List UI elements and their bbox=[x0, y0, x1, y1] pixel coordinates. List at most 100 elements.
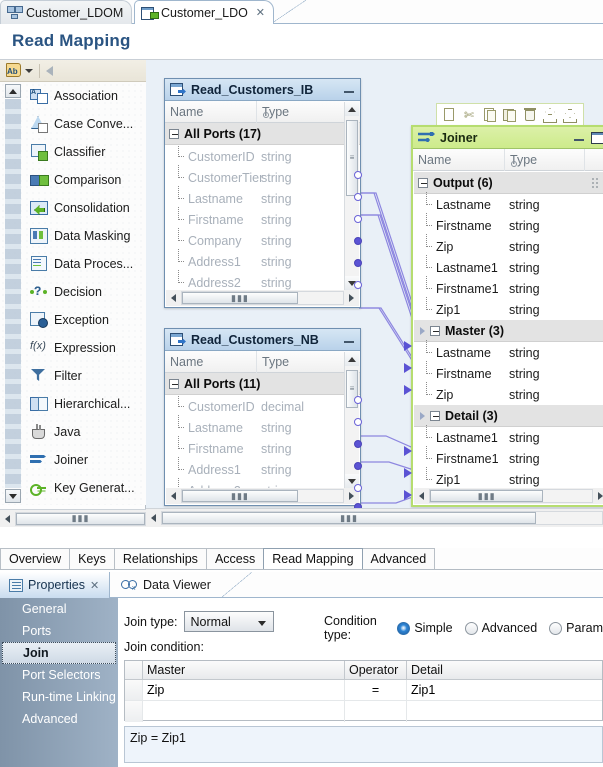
move-down-icon[interactable] bbox=[562, 107, 578, 124]
port-connector-linked[interactable] bbox=[354, 462, 362, 470]
sidebar-item-port-selectors[interactable]: Port Selectors bbox=[0, 664, 118, 686]
column-header-name[interactable]: Name bbox=[165, 101, 257, 123]
column-header-type[interactable]: Type bbox=[257, 351, 342, 373]
view-tab-properties[interactable]: Properties ✕ bbox=[0, 572, 110, 598]
scroll-right-arrow-icon[interactable] bbox=[593, 488, 603, 504]
group-row-master[interactable]: Master (3) bbox=[414, 320, 603, 342]
collapse-icon[interactable] bbox=[430, 326, 440, 336]
cell-detail[interactable]: Zip1 bbox=[407, 680, 602, 700]
tab-overview[interactable]: Overview bbox=[0, 548, 70, 569]
column-header-name[interactable]: Name bbox=[413, 149, 505, 171]
hscroll-thumb[interactable]: ▮▮▮ bbox=[182, 490, 298, 502]
sidebar-item-join[interactable]: Join bbox=[2, 642, 116, 664]
scroll-left-arrow-icon[interactable] bbox=[146, 510, 161, 526]
expand-arrow-icon[interactable] bbox=[420, 327, 425, 335]
palette-item-decision[interactable]: ? Decision bbox=[24, 278, 146, 306]
palette-item-classifier[interactable]: Classifier bbox=[24, 138, 146, 166]
table-row[interactable] bbox=[125, 701, 602, 722]
scroll-up-arrow-icon[interactable] bbox=[5, 84, 21, 98]
column-header-operator[interactable]: Operator bbox=[345, 661, 407, 679]
collapse-icon[interactable] bbox=[418, 178, 428, 188]
palette-vertical-scrollbar[interactable] bbox=[5, 84, 21, 503]
sidebar-item-general[interactable]: General bbox=[0, 598, 118, 620]
port-row[interactable]: Lastname1string bbox=[414, 427, 603, 448]
scroll-left-arrow-icon[interactable] bbox=[166, 488, 181, 504]
palette-item-comparison[interactable]: Comparison bbox=[24, 166, 146, 194]
port-row[interactable]: Zip1string bbox=[414, 469, 603, 487]
palette-item-key-generator[interactable]: Key Generat... bbox=[24, 474, 146, 502]
port-connector[interactable] bbox=[354, 193, 362, 201]
port-row[interactable]: Lastnamestring bbox=[166, 188, 344, 209]
port-connector[interactable] bbox=[354, 171, 362, 179]
port-row[interactable]: Lastnamestring bbox=[166, 417, 344, 438]
palette-scroll-thumb[interactable] bbox=[5, 99, 21, 488]
mapping-canvas[interactable]: ✄ Read_Customers_IB Name Type All Ports … bbox=[146, 60, 603, 527]
row-selector[interactable] bbox=[125, 680, 143, 700]
port-row[interactable]: CustomerIDstring bbox=[166, 146, 344, 167]
canvas-horizontal-scrollbar[interactable]: ▮▮▮ bbox=[146, 508, 603, 527]
panel-header[interactable]: Joiner bbox=[413, 127, 603, 149]
cut-icon[interactable]: ✄ bbox=[462, 107, 478, 124]
port-row[interactable]: Lastnamestring bbox=[414, 342, 603, 363]
row-selector[interactable] bbox=[125, 701, 143, 722]
palette-item-exception[interactable]: Exception bbox=[24, 306, 146, 334]
tab-read-mapping[interactable]: Read Mapping bbox=[263, 548, 362, 569]
radio-advanced[interactable] bbox=[465, 622, 478, 635]
move-up-icon[interactable] bbox=[542, 107, 558, 124]
palette-hscroll-track[interactable]: ▮▮▮ bbox=[15, 512, 146, 526]
port-row[interactable]: Firstnamestring bbox=[166, 438, 344, 459]
editor-tab-customer-ldom[interactable]: Customer_LDOM bbox=[0, 0, 132, 24]
new-icon[interactable] bbox=[442, 107, 458, 124]
port-connector[interactable] bbox=[354, 396, 362, 404]
palette-item-filter[interactable]: Filter bbox=[24, 362, 146, 390]
port-connector[interactable] bbox=[354, 281, 362, 289]
hscroll-track[interactable]: ▮▮▮ bbox=[429, 489, 593, 503]
copy-icon[interactable] bbox=[482, 107, 498, 124]
hscroll-thumb[interactable]: ▮▮▮ bbox=[182, 292, 298, 304]
panel-header[interactable]: Read_Customers_IB bbox=[165, 79, 360, 101]
palette-item-hierarchical[interactable]: Hierarchical... bbox=[24, 390, 146, 418]
port-row[interactable]: Address1string bbox=[166, 459, 344, 480]
hscroll-track[interactable]: ▮▮▮ bbox=[181, 489, 344, 503]
scroll-left-arrow-icon[interactable] bbox=[414, 488, 429, 504]
radio-parameterized[interactable] bbox=[549, 622, 562, 635]
radio-simple[interactable] bbox=[397, 622, 410, 635]
port-connector-arrow[interactable] bbox=[404, 363, 412, 373]
tab-advanced[interactable]: Advanced bbox=[362, 548, 436, 569]
palette-item-case-converter[interactable]: Case Conve... bbox=[24, 110, 146, 138]
cell-detail[interactable] bbox=[407, 701, 602, 722]
port-connector-linked[interactable] bbox=[354, 259, 362, 267]
paste-icon[interactable] bbox=[502, 107, 518, 124]
port-connector[interactable] bbox=[354, 484, 362, 492]
sidebar-item-advanced[interactable]: Advanced bbox=[0, 708, 118, 730]
port-connector-arrow[interactable] bbox=[404, 446, 412, 456]
port-row[interactable]: Zip1string bbox=[414, 299, 603, 320]
palette-item-consolidation[interactable]: Consolidation bbox=[24, 194, 146, 222]
palette-item-expression[interactable]: f(x) Expression bbox=[24, 334, 146, 362]
port-row[interactable]: Lastname1string bbox=[414, 257, 603, 278]
port-row[interactable]: CustomerIDdecimal bbox=[166, 396, 344, 417]
palette-item-association[interactable]: A Association bbox=[24, 82, 146, 110]
palette-item-data-processor[interactable]: Data Proces... bbox=[24, 250, 146, 278]
port-connector-linked[interactable] bbox=[354, 237, 362, 245]
tab-keys[interactable]: Keys bbox=[69, 548, 115, 569]
palette-item-joiner[interactable]: Joiner bbox=[24, 446, 146, 474]
cell-operator[interactable]: = bbox=[345, 680, 407, 700]
panel-read-customers-ib[interactable]: Read_Customers_IB Name Type All Ports (1… bbox=[164, 78, 361, 308]
port-row[interactable]: Address2string bbox=[166, 480, 344, 488]
scroll-left-arrow-icon[interactable] bbox=[166, 290, 181, 306]
port-row[interactable]: Firstname1string bbox=[414, 448, 603, 469]
hscroll-thumb[interactable]: ▮▮▮ bbox=[430, 490, 543, 502]
palette-horizontal-scrollbar[interactable]: ▮▮▮ bbox=[0, 509, 146, 527]
port-row[interactable]: Firstnamestring bbox=[414, 363, 603, 384]
port-connector-linked[interactable] bbox=[354, 440, 362, 448]
collapse-icon[interactable] bbox=[169, 129, 179, 139]
hscroll-track[interactable]: ▮▮▮ bbox=[181, 291, 344, 305]
column-header-type[interactable]: Type bbox=[257, 101, 342, 123]
tab-access[interactable]: Access bbox=[206, 548, 264, 569]
select-ab-icon[interactable]: Ab bbox=[5, 63, 22, 79]
expand-arrow-icon[interactable] bbox=[420, 412, 425, 420]
port-row[interactable]: Firstnamestring bbox=[166, 209, 344, 230]
view-tab-data-viewer[interactable]: x Data Viewer bbox=[112, 572, 220, 598]
port-connector-arrow[interactable] bbox=[404, 468, 412, 478]
